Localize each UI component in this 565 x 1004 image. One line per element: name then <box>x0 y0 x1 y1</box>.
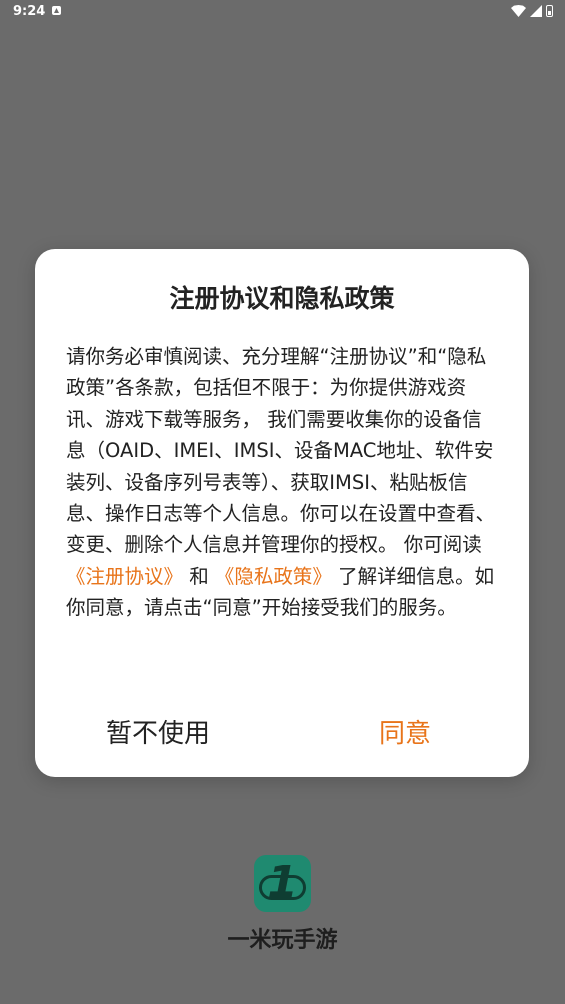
battery-icon <box>546 5 553 17</box>
dialog-body: 请你务必审慎阅读、充分理解“注册协议”和“隐私政策”各条款，包括但不限于：为你提… <box>66 341 500 624</box>
status-icons <box>511 5 553 17</box>
status-time: 9:24 <box>13 4 46 19</box>
body-text-1: 请你务必审慎阅读、充分理解“注册协议”和“隐私政策”各条款，包括但不限于：为你提… <box>66 345 496 557</box>
notification-icon <box>52 6 61 15</box>
status-bar: 9:24 <box>0 0 565 24</box>
dialog-buttons: 暂不使用 同意 <box>35 711 529 755</box>
dialog-title: 注册协议和隐私政策 <box>169 284 395 313</box>
app-logo-icon: 1 <box>254 855 311 912</box>
agreement-link[interactable]: 《注册协议》 <box>66 565 183 588</box>
decline-button[interactable]: 暂不使用 <box>106 711 210 755</box>
agree-button[interactable]: 同意 <box>379 711 431 755</box>
logo-number: 1 <box>267 857 298 908</box>
app-name: 一米玩手游 <box>227 928 338 953</box>
privacy-dialog: 注册协议和隐私政策 请你务必审慎阅读、充分理解“注册协议”和“隐私政策”各条款，… <box>35 249 529 777</box>
privacy-policy-link[interactable]: 《隐私政策》 <box>215 565 332 588</box>
wifi-icon <box>511 5 526 17</box>
signal-icon <box>530 5 542 17</box>
body-text-and: 和 <box>183 564 215 588</box>
